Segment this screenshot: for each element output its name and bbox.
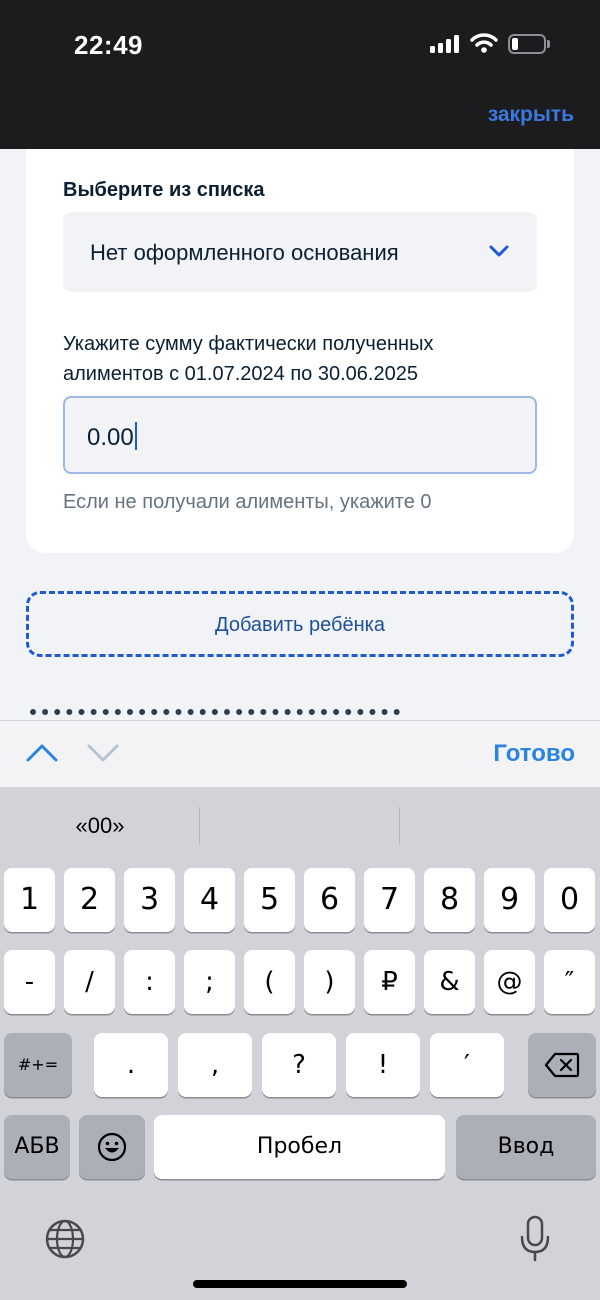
wifi-icon <box>470 33 498 53</box>
key-9[interactable]: 9 <box>484 868 535 932</box>
key-at[interactable]: @ <box>484 950 535 1014</box>
add-child-label: Добавить ребёнка <box>215 614 385 636</box>
key-8[interactable]: 8 <box>424 868 475 932</box>
chevron-down-icon <box>489 245 509 257</box>
battery-tip <box>547 40 550 48</box>
key-ruble[interactable]: ₽ <box>364 950 415 1014</box>
microphone-icon[interactable] <box>518 1215 552 1263</box>
emoji-key[interactable] <box>79 1115 145 1179</box>
page-content: Выберите из списка Нет оформленного осно… <box>0 149 600 720</box>
space-key[interactable]: Пробел <box>154 1115 445 1179</box>
key-close-paren[interactable]: ) <box>304 950 355 1014</box>
key-hyphen[interactable]: - <box>4 950 55 1014</box>
form-card: Выберите из списка Нет оформленного осно… <box>26 149 574 553</box>
key-4[interactable]: 4 <box>184 868 235 932</box>
key-1[interactable]: 1 <box>4 868 55 932</box>
close-link[interactable]: закрыть <box>488 103 574 127</box>
key-colon[interactable]: : <box>124 950 175 1014</box>
keyboard: «00» 1 2 3 4 5 6 7 8 9 0 - / : ; ( ) ₽ &… <box>0 787 600 1300</box>
alimony-sum-input[interactable]: 0.00 <box>63 396 537 474</box>
text-caret <box>134 422 137 450</box>
arrow-up-icon[interactable] <box>25 741 59 765</box>
key-prime[interactable]: ′ <box>430 1033 504 1097</box>
sum-label: Укажите сумму фактически полученных алим… <box>63 333 434 385</box>
key-semicolon[interactable]: ; <box>184 950 235 1014</box>
key-0[interactable]: 0 <box>544 868 595 932</box>
select-value: Нет оформленного основания <box>90 240 399 265</box>
key-period[interactable]: . <box>94 1033 168 1097</box>
sum-input-value: 0.00 <box>87 422 137 452</box>
key-3[interactable]: 3 <box>124 868 175 932</box>
done-button[interactable]: Готово <box>493 740 575 768</box>
globe-icon[interactable] <box>44 1218 86 1260</box>
status-time: 22:49 <box>74 30 143 60</box>
abc-key[interactable]: АБВ <box>4 1115 70 1179</box>
backspace-icon <box>544 1052 580 1078</box>
arrow-down-icon[interactable] <box>86 741 120 765</box>
key-comma[interactable]: , <box>178 1033 252 1097</box>
sum-hint: Если не получали алименты, укажите 0 <box>63 491 432 513</box>
clipped-heading <box>30 709 400 720</box>
select-label: Выберите из списка <box>63 179 265 201</box>
keyboard-accessory-bar: Готово <box>0 720 600 787</box>
key-6[interactable]: 6 <box>304 868 355 932</box>
reason-select[interactable]: Нет оформленного основания <box>63 212 537 292</box>
more-symbols-key[interactable]: #+= <box>4 1033 72 1097</box>
key-7[interactable]: 7 <box>364 868 415 932</box>
key-2[interactable]: 2 <box>64 868 115 932</box>
battery-icon <box>508 34 546 54</box>
home-indicator <box>193 1280 407 1288</box>
key-slash[interactable]: / <box>64 950 115 1014</box>
add-child-button[interactable]: Добавить ребёнка <box>26 591 574 657</box>
backspace-key[interactable] <box>528 1033 596 1097</box>
key-double-prime[interactable]: ″ <box>544 950 595 1014</box>
signal-icon <box>430 35 462 53</box>
key-open-paren[interactable]: ( <box>244 950 295 1014</box>
emoji-icon <box>97 1132 127 1162</box>
suggestion-divider <box>399 807 400 845</box>
key-ampersand[interactable]: & <box>424 950 475 1014</box>
suggestion-bar: «00» <box>0 787 600 865</box>
suggestion-divider <box>199 807 200 845</box>
key-5[interactable]: 5 <box>244 868 295 932</box>
enter-key[interactable]: Ввод <box>456 1115 596 1179</box>
key-question[interactable]: ? <box>262 1033 336 1097</box>
suggestion-item[interactable]: «00» <box>0 813 200 839</box>
key-exclamation[interactable]: ! <box>346 1033 420 1097</box>
top-bar: 22:49 закрыть <box>0 0 600 149</box>
